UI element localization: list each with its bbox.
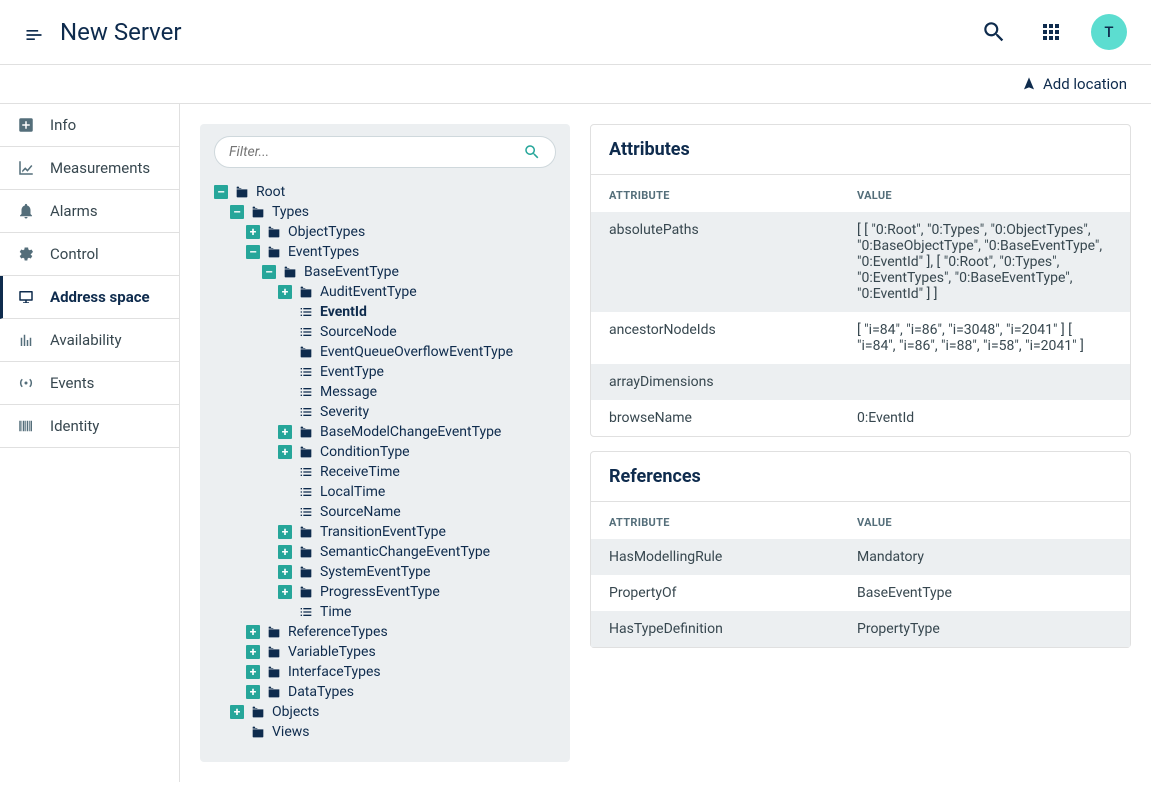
table-row[interactable]: arrayDimensions xyxy=(591,364,1130,400)
tree-variabletypes[interactable]: VariableTypes xyxy=(246,642,556,662)
attributes-title: Attributes xyxy=(591,125,1130,175)
tree-objecttypes[interactable]: ObjectTypes xyxy=(246,222,556,242)
nav-identity[interactable]: Identity xyxy=(0,405,179,448)
table-row[interactable]: HasTypeDefinitionPropertyType xyxy=(591,611,1130,647)
tree-basemodelchange[interactable]: BaseModelChangeEventType xyxy=(278,422,556,442)
nav-availability[interactable]: Availability xyxy=(0,319,179,362)
tree-baseeventtype[interactable]: BaseEventType xyxy=(262,262,556,282)
avatar[interactable]: T xyxy=(1091,14,1127,50)
location-icon xyxy=(1021,76,1037,92)
apps-button[interactable] xyxy=(1035,16,1067,48)
tree-receivetime[interactable]: ReceiveTime xyxy=(278,462,556,482)
attributes-col-val: VALUE xyxy=(839,175,1130,212)
tree-auditevent[interactable]: AuditEventType xyxy=(278,282,556,302)
tree-message[interactable]: Message xyxy=(278,382,556,402)
references-col-attr: ATTRIBUTE xyxy=(591,502,839,539)
search-icon[interactable] xyxy=(523,143,541,161)
tree: Root Types ObjectTypes EventTypes BaseEv… xyxy=(214,182,556,742)
tree-referencetypes[interactable]: ReferenceTypes xyxy=(246,622,556,642)
references-col-val: VALUE xyxy=(839,502,1130,539)
tree-interfacetypes[interactable]: InterfaceTypes xyxy=(246,662,556,682)
main-content: Root Types ObjectTypes EventTypes BaseEv… xyxy=(180,104,1151,782)
tree-eventtype[interactable]: EventType xyxy=(278,362,556,382)
monitor-icon xyxy=(16,287,36,307)
gear-icon xyxy=(16,244,36,264)
broadcast-icon xyxy=(16,373,36,393)
header: New Server T xyxy=(0,0,1151,65)
bell-icon xyxy=(16,201,36,221)
tree-systemevent[interactable]: SystemEventType xyxy=(278,562,556,582)
tree-root[interactable]: Root xyxy=(214,182,556,202)
table-row[interactable]: absolutePaths[ [ "0:Root", "0:Types", "0… xyxy=(591,212,1130,312)
table-row[interactable]: HasModellingRuleMandatory xyxy=(591,539,1130,575)
tree-transitionevent[interactable]: TransitionEventType xyxy=(278,522,556,542)
table-row[interactable]: browseName0:EventId xyxy=(591,400,1130,436)
add-location-button[interactable]: Add location xyxy=(1021,75,1127,93)
barcode-icon xyxy=(16,416,36,436)
subheader: Add location xyxy=(0,65,1151,104)
attributes-panel: Attributes ATTRIBUTE VALUE absolutePaths… xyxy=(590,124,1131,437)
sidebar: Info Measurements Alarms Control Address… xyxy=(0,104,180,782)
plus-box-icon xyxy=(16,115,36,135)
bars-icon xyxy=(16,330,36,350)
tree-objects[interactable]: Objects xyxy=(230,702,556,722)
table-row[interactable]: PropertyOfBaseEventType xyxy=(591,575,1130,611)
tree-sourcename[interactable]: SourceName xyxy=(278,502,556,522)
filter-wrap xyxy=(214,136,556,168)
tree-localtime[interactable]: LocalTime xyxy=(278,482,556,502)
tree-datatypes[interactable]: DataTypes xyxy=(246,682,556,702)
tree-sourcenode[interactable]: SourceNode xyxy=(278,322,556,342)
table-row[interactable]: ancestorNodeIds[ "i=84", "i=86", "i=3048… xyxy=(591,312,1130,364)
nav-events[interactable]: Events xyxy=(0,362,179,405)
tree-semanticchange[interactable]: SemanticChangeEventType xyxy=(278,542,556,562)
tree-panel: Root Types ObjectTypes EventTypes BaseEv… xyxy=(200,124,570,762)
filter-input[interactable] xyxy=(229,144,523,160)
chart-icon xyxy=(16,158,36,178)
attributes-col-attr: ATTRIBUTE xyxy=(591,175,839,212)
tree-eventtypes[interactable]: EventTypes xyxy=(246,242,556,262)
tree-time[interactable]: Time xyxy=(278,602,556,622)
nav-alarms[interactable]: Alarms xyxy=(0,190,179,233)
tree-severity[interactable]: Severity xyxy=(278,402,556,422)
tree-conditiontype[interactable]: ConditionType xyxy=(278,442,556,462)
tree-eventid[interactable]: EventId xyxy=(278,302,556,322)
references-panel: References ATTRIBUTE VALUE HasModellingR… xyxy=(590,451,1131,648)
search-button[interactable] xyxy=(977,15,1011,49)
tree-views[interactable]: Views xyxy=(230,722,556,742)
menu-icon[interactable] xyxy=(24,25,44,39)
tree-types[interactable]: Types xyxy=(230,202,556,222)
references-title: References xyxy=(591,452,1130,502)
nav-control[interactable]: Control xyxy=(0,233,179,276)
nav-address-space[interactable]: Address space xyxy=(0,276,179,319)
attributes-table: ATTRIBUTE VALUE absolutePaths[ [ "0:Root… xyxy=(591,175,1130,436)
tree-progressevent[interactable]: ProgressEventType xyxy=(278,582,556,602)
nav-info[interactable]: Info xyxy=(0,104,179,147)
page-title: New Server xyxy=(60,18,977,46)
tree-eventqueueoverflow[interactable]: EventQueueOverflowEventType xyxy=(278,342,556,362)
nav-measurements[interactable]: Measurements xyxy=(0,147,179,190)
references-table: ATTRIBUTE VALUE HasModellingRuleMandator… xyxy=(591,502,1130,647)
